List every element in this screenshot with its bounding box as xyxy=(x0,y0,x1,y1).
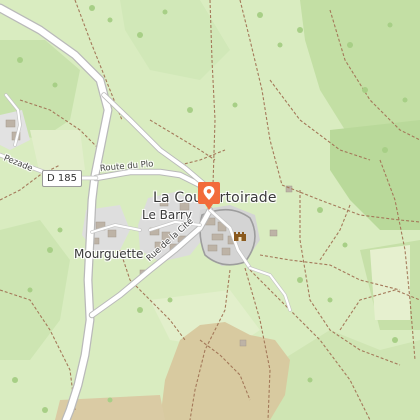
place-label-mourguette: Mourguette xyxy=(74,247,144,261)
map-base-layer xyxy=(0,0,420,420)
road-shield-d185: D 185 xyxy=(42,170,82,187)
map-canvas[interactable]: La Couvertoirade Le Barry Mourguette D 1… xyxy=(0,0,420,420)
